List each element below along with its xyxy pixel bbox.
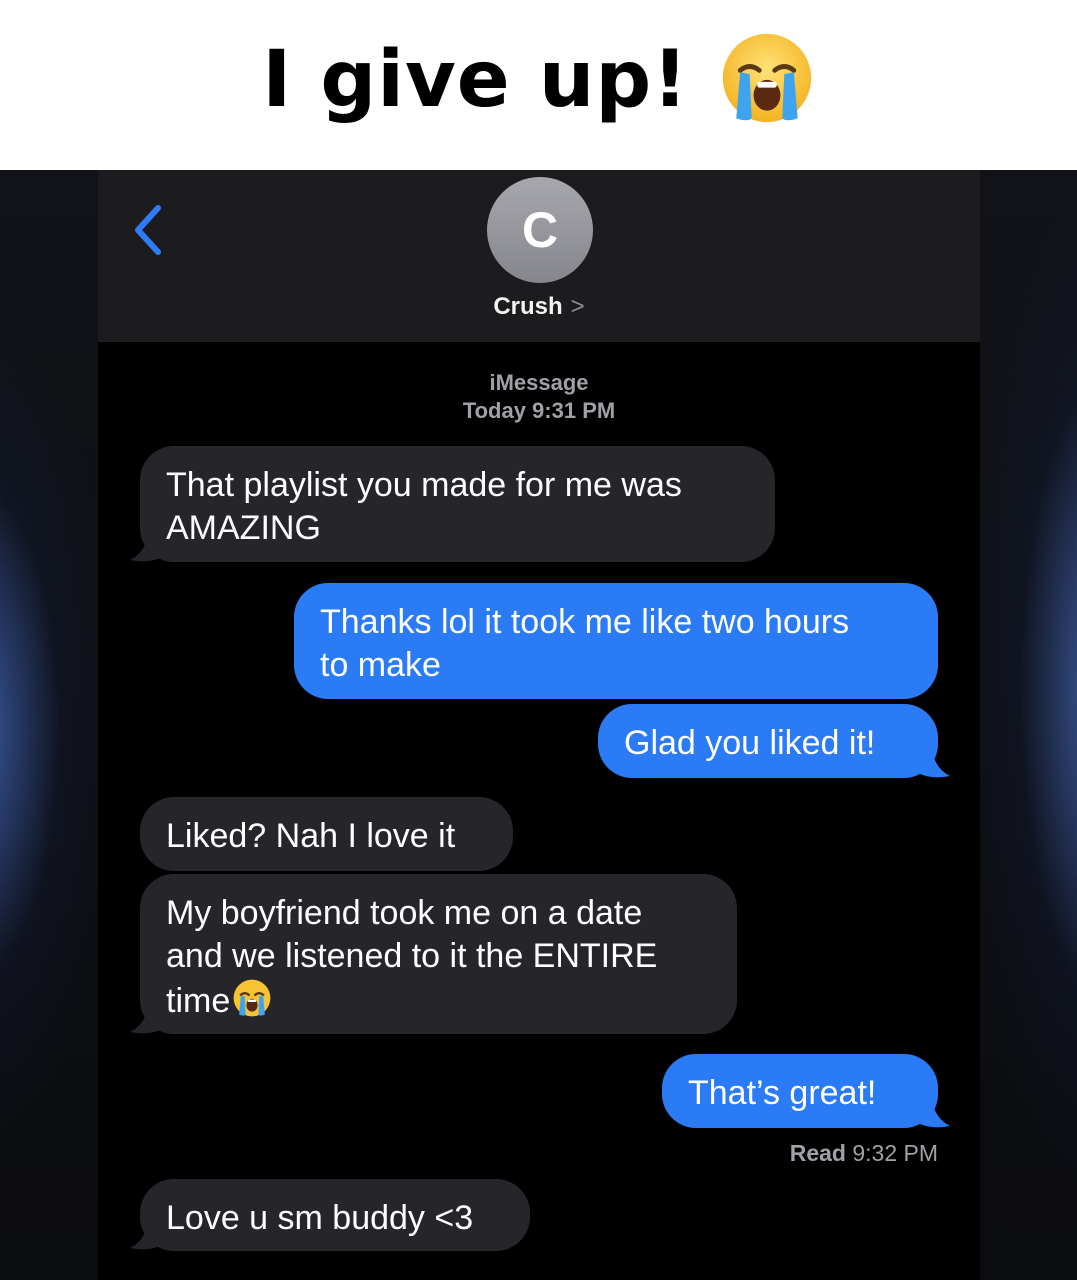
read-time: 9:32 PM xyxy=(852,1140,938,1166)
meme-caption-text: I give up! xyxy=(262,35,689,125)
message-bubble-incoming[interactable]: My boyfriend took me on a date and we li… xyxy=(140,874,737,1034)
chevron-left-icon[interactable] xyxy=(128,202,168,258)
service-label: iMessage xyxy=(489,370,589,395)
message-bubble-incoming[interactable]: Liked? Nah I love it xyxy=(140,797,513,871)
meme-caption: I give up! xyxy=(0,30,1077,130)
contact-name: Crush xyxy=(493,293,563,320)
message-bubble-outgoing[interactable]: Thanks lol it took me like two hours to … xyxy=(294,583,938,699)
contact-name-button[interactable]: Crush > xyxy=(98,290,980,324)
thread-timestamp: Today 9:31 PM xyxy=(462,398,616,423)
read-receipt: Read 9:32 PM xyxy=(790,1139,938,1167)
read-label: Read xyxy=(789,1140,846,1166)
message-bubble-incoming[interactable]: That playlist you made for me was AMAZIN… xyxy=(140,446,775,562)
message-bubble-incoming[interactable]: Love u sm buddy <3 xyxy=(140,1179,530,1251)
loudly-crying-face-icon xyxy=(233,979,271,1017)
loudly-crying-face-icon xyxy=(722,33,811,122)
meme-header: I give up! xyxy=(0,0,1077,170)
conversation-header: C Crush > xyxy=(98,170,980,342)
avatar[interactable]: C xyxy=(487,177,593,283)
message-bubble-outgoing[interactable]: Glad you liked it! xyxy=(598,704,938,778)
message-bubble-outgoing[interactable]: That’s great! xyxy=(662,1054,938,1128)
chevron-right-icon: > xyxy=(570,293,585,320)
messages-screen: C Crush > iMessage Today 9:31 PM That pla… xyxy=(98,170,980,1280)
